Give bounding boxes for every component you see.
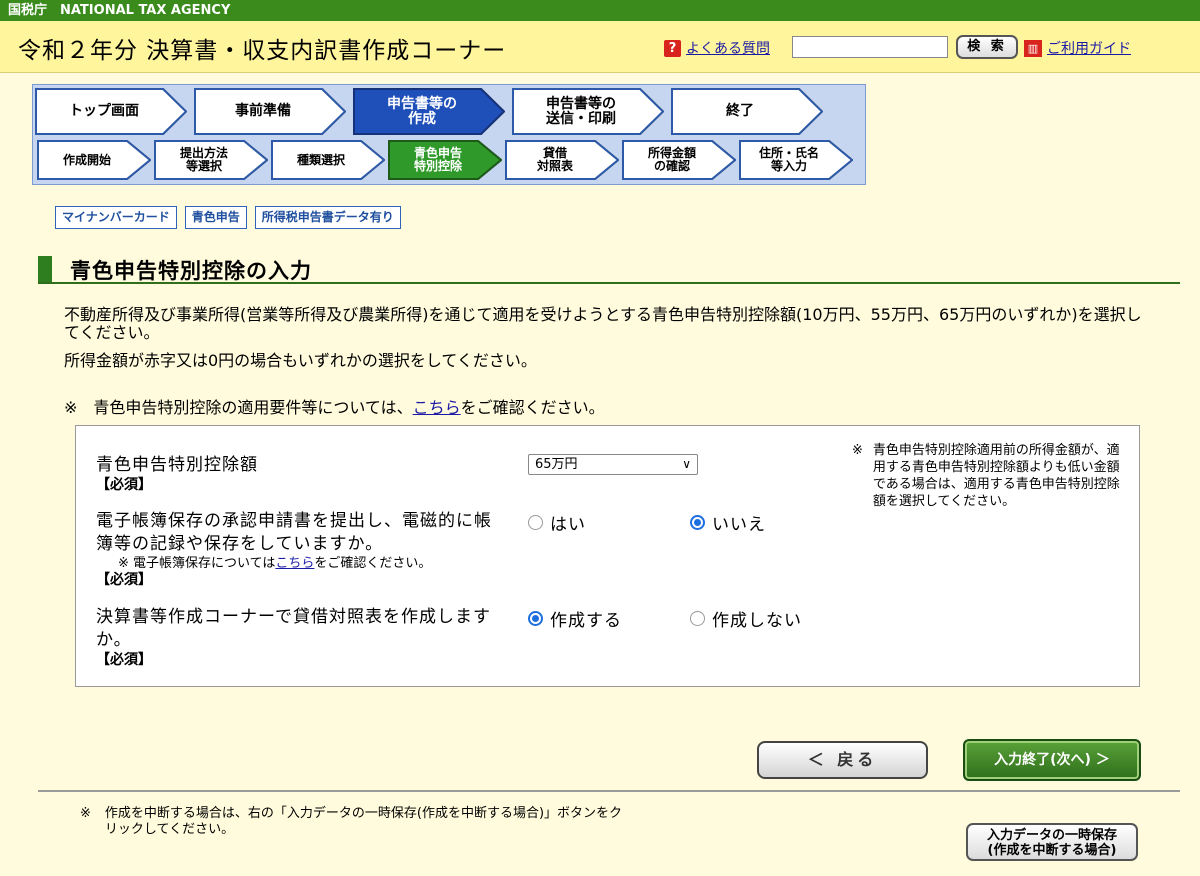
- main-step-label: 事前準備: [235, 103, 291, 119]
- radio-balance-not-create[interactable]: 作成しない: [690, 606, 802, 631]
- q2-note-suffix: をご確認ください。: [314, 556, 432, 571]
- step-indicator: トップ画面 事前準備 申告書等の 作成 申告書等の 送信・印刷 終了 作成開始 提出方法 …: [32, 84, 866, 185]
- status-badges: マイナンバーカード 青色申告 所得税申告書データ有り: [55, 206, 401, 229]
- main-step-3: 申告書等の 作成: [353, 88, 505, 135]
- radio-circle-unselected: [690, 611, 705, 626]
- radio-e-ledger-yes[interactable]: はい: [528, 510, 586, 535]
- q2-required: 【必須】: [96, 572, 152, 588]
- divider: [38, 790, 1180, 792]
- e-ledger-link[interactable]: こちら: [275, 556, 314, 571]
- footer-note-mark: ※: [80, 806, 91, 821]
- requirements-link[interactable]: こちら: [413, 398, 461, 417]
- requirements-note: ※ 青色申告特別控除の適用要件等については、こちらをご確認ください。: [64, 394, 605, 418]
- q1-label: 青色申告特別控除額: [96, 455, 258, 475]
- question-icon: ?: [664, 39, 681, 57]
- intro-paragraph: 不動産所得及び事業所得(営業等所得及び農業所得)を通じて適用を受けようとする青色…: [64, 305, 1142, 342]
- main-step-label: 申告書等の 作成: [387, 95, 457, 127]
- requirements-note-suffix: をご確認ください。: [460, 398, 605, 417]
- guide-area: ▥ ご利用ガイド: [1024, 38, 1131, 58]
- side-note: ※ 青色申告特別控除適用前の所得金額が、適用する青色申告特別控除額よりも低い金額…: [852, 442, 1122, 510]
- next-button[interactable]: 入力終了(次へ) ＞: [963, 739, 1141, 781]
- q2-block: 電子帳簿保存の承認申請書を提出し、電磁的に帳簿等の記録や保存をしていますか。 ※…: [96, 510, 506, 589]
- main-step-label: 終了: [726, 103, 754, 119]
- deduction-amount-select[interactable]: 65万円 ∨: [528, 454, 698, 475]
- badge-mynumber: マイナンバーカード: [55, 206, 177, 229]
- radio-balance-not-create-label: 作成しない: [712, 611, 802, 631]
- sub-step-4: 青色申告 特別控除: [388, 140, 502, 180]
- sub-step-7: 住所・氏名 等入力: [739, 140, 853, 180]
- page-header: 令和２年分 決算書・収支内訳書作成コーナー ? よくある質問 検 索 ▥ ご利用…: [0, 21, 1200, 73]
- search-input[interactable]: [792, 36, 948, 58]
- sub-step-label: 種類選択: [296, 152, 345, 167]
- radio-e-ledger-no-label: いいえ: [712, 515, 766, 535]
- main-step-label: 申告書等の 送信・印刷: [546, 95, 616, 127]
- sub-step-label: 所得金額 の確認: [647, 146, 696, 173]
- footer-note: ※ 作成を中断する場合は、右の「入力データの一時保存(作成を中断する場合)」ボタ…: [80, 806, 625, 838]
- q3-required: 【必須】: [96, 652, 152, 668]
- search-button[interactable]: 検 索: [956, 35, 1018, 59]
- side-note-text: 青色申告特別控除適用前の所得金額が、適用する青色申告特別控除額よりも低い金額であ…: [872, 443, 1120, 509]
- deduction-form: 青色申告特別控除額 【必須】 65万円 ∨ 電子帳簿保存の承認申請書を提出し、電…: [75, 425, 1140, 687]
- badge-blue-return: 青色申告: [184, 206, 247, 229]
- radio-e-ledger-yes-label: はい: [550, 515, 586, 535]
- deduction-amount-value: 65万円: [535, 457, 578, 472]
- main-step-1: トップ画面: [35, 88, 187, 135]
- guide-link[interactable]: ご利用ガイド: [1047, 38, 1131, 58]
- back-button[interactable]: ＜ 戻る: [757, 741, 928, 779]
- q1-block: 青色申告特別控除額 【必須】: [96, 454, 258, 494]
- section-heading: 青色申告特別控除の入力: [38, 254, 1180, 284]
- chevron-down-icon: ∨: [682, 457, 691, 471]
- q2-note: ※ 電子帳簿保存についてはこちらをご確認ください。: [96, 556, 506, 572]
- sub-step-3: 種類選択: [271, 140, 385, 180]
- radio-balance-create-label: 作成する: [550, 611, 622, 631]
- q2-label: 電子帳簿保存の承認申請書を提出し、電磁的に帳簿等の記録や保存をしていますか。: [96, 511, 492, 554]
- sub-step-label: 住所・氏名 等入力: [758, 146, 819, 173]
- sub-step-label: 青色申告 特別控除: [413, 146, 462, 173]
- radio-e-ledger-no[interactable]: いいえ: [690, 510, 766, 535]
- main-step-label: トップ画面: [69, 103, 139, 119]
- book-icon: ▥: [1024, 39, 1042, 57]
- radio-circle-unselected: [528, 515, 543, 530]
- agency-bar: 国税庁 NATIONAL TAX AGENCY: [0, 0, 1200, 21]
- main-step-5: 終了: [671, 88, 823, 135]
- sub-step-label: 提出方法 等選択: [179, 146, 228, 173]
- radio-balance-create[interactable]: 作成する: [528, 606, 622, 631]
- q2-note-prefix: ※ 電子帳簿保存については: [118, 556, 276, 571]
- badge-return-data: 所得税申告書データ有り: [254, 206, 401, 229]
- sub-step-label: 貸借 対照表: [536, 146, 573, 173]
- temp-save-button[interactable]: 入力データの一時保存 (作成を中断する場合): [966, 823, 1138, 861]
- intro-paragraph-2: 所得金額が赤字又は0円の場合もいずれかの選択をしてください。: [64, 351, 537, 370]
- side-note-mark: ※: [852, 443, 863, 458]
- radio-circle-selected: [528, 611, 543, 626]
- q3-block: 決算書等作成コーナーで貸借対照表を作成しますか。 【必須】: [96, 606, 506, 669]
- sub-step-label: 作成開始: [62, 152, 111, 167]
- radio-circle-selected: [690, 515, 705, 530]
- page-title: 令和２年分 決算書・収支内訳書作成コーナー: [18, 38, 507, 64]
- footer-note-text: 作成を中断する場合は、右の「入力データの一時保存(作成を中断する場合)」ボタンを…: [104, 806, 623, 837]
- faq-area: ? よくある質問: [664, 38, 770, 58]
- sub-step-5: 貸借 対照表: [505, 140, 619, 180]
- section-marker: [38, 256, 52, 282]
- section-title: 青色申告特別控除の入力: [70, 259, 312, 283]
- main-step-2: 事前準備: [194, 88, 346, 135]
- faq-link[interactable]: よくある質問: [686, 38, 770, 58]
- q3-label: 決算書等作成コーナーで貸借対照表を作成しますか。: [96, 607, 491, 650]
- q1-required: 【必須】: [96, 477, 152, 493]
- sub-step-2: 提出方法 等選択: [154, 140, 268, 180]
- sub-step-6: 所得金額 の確認: [622, 140, 736, 180]
- sub-step-1: 作成開始: [37, 140, 151, 180]
- main-step-4: 申告書等の 送信・印刷: [512, 88, 664, 135]
- requirements-note-prefix: ※ 青色申告特別控除の適用要件等については、: [64, 398, 413, 417]
